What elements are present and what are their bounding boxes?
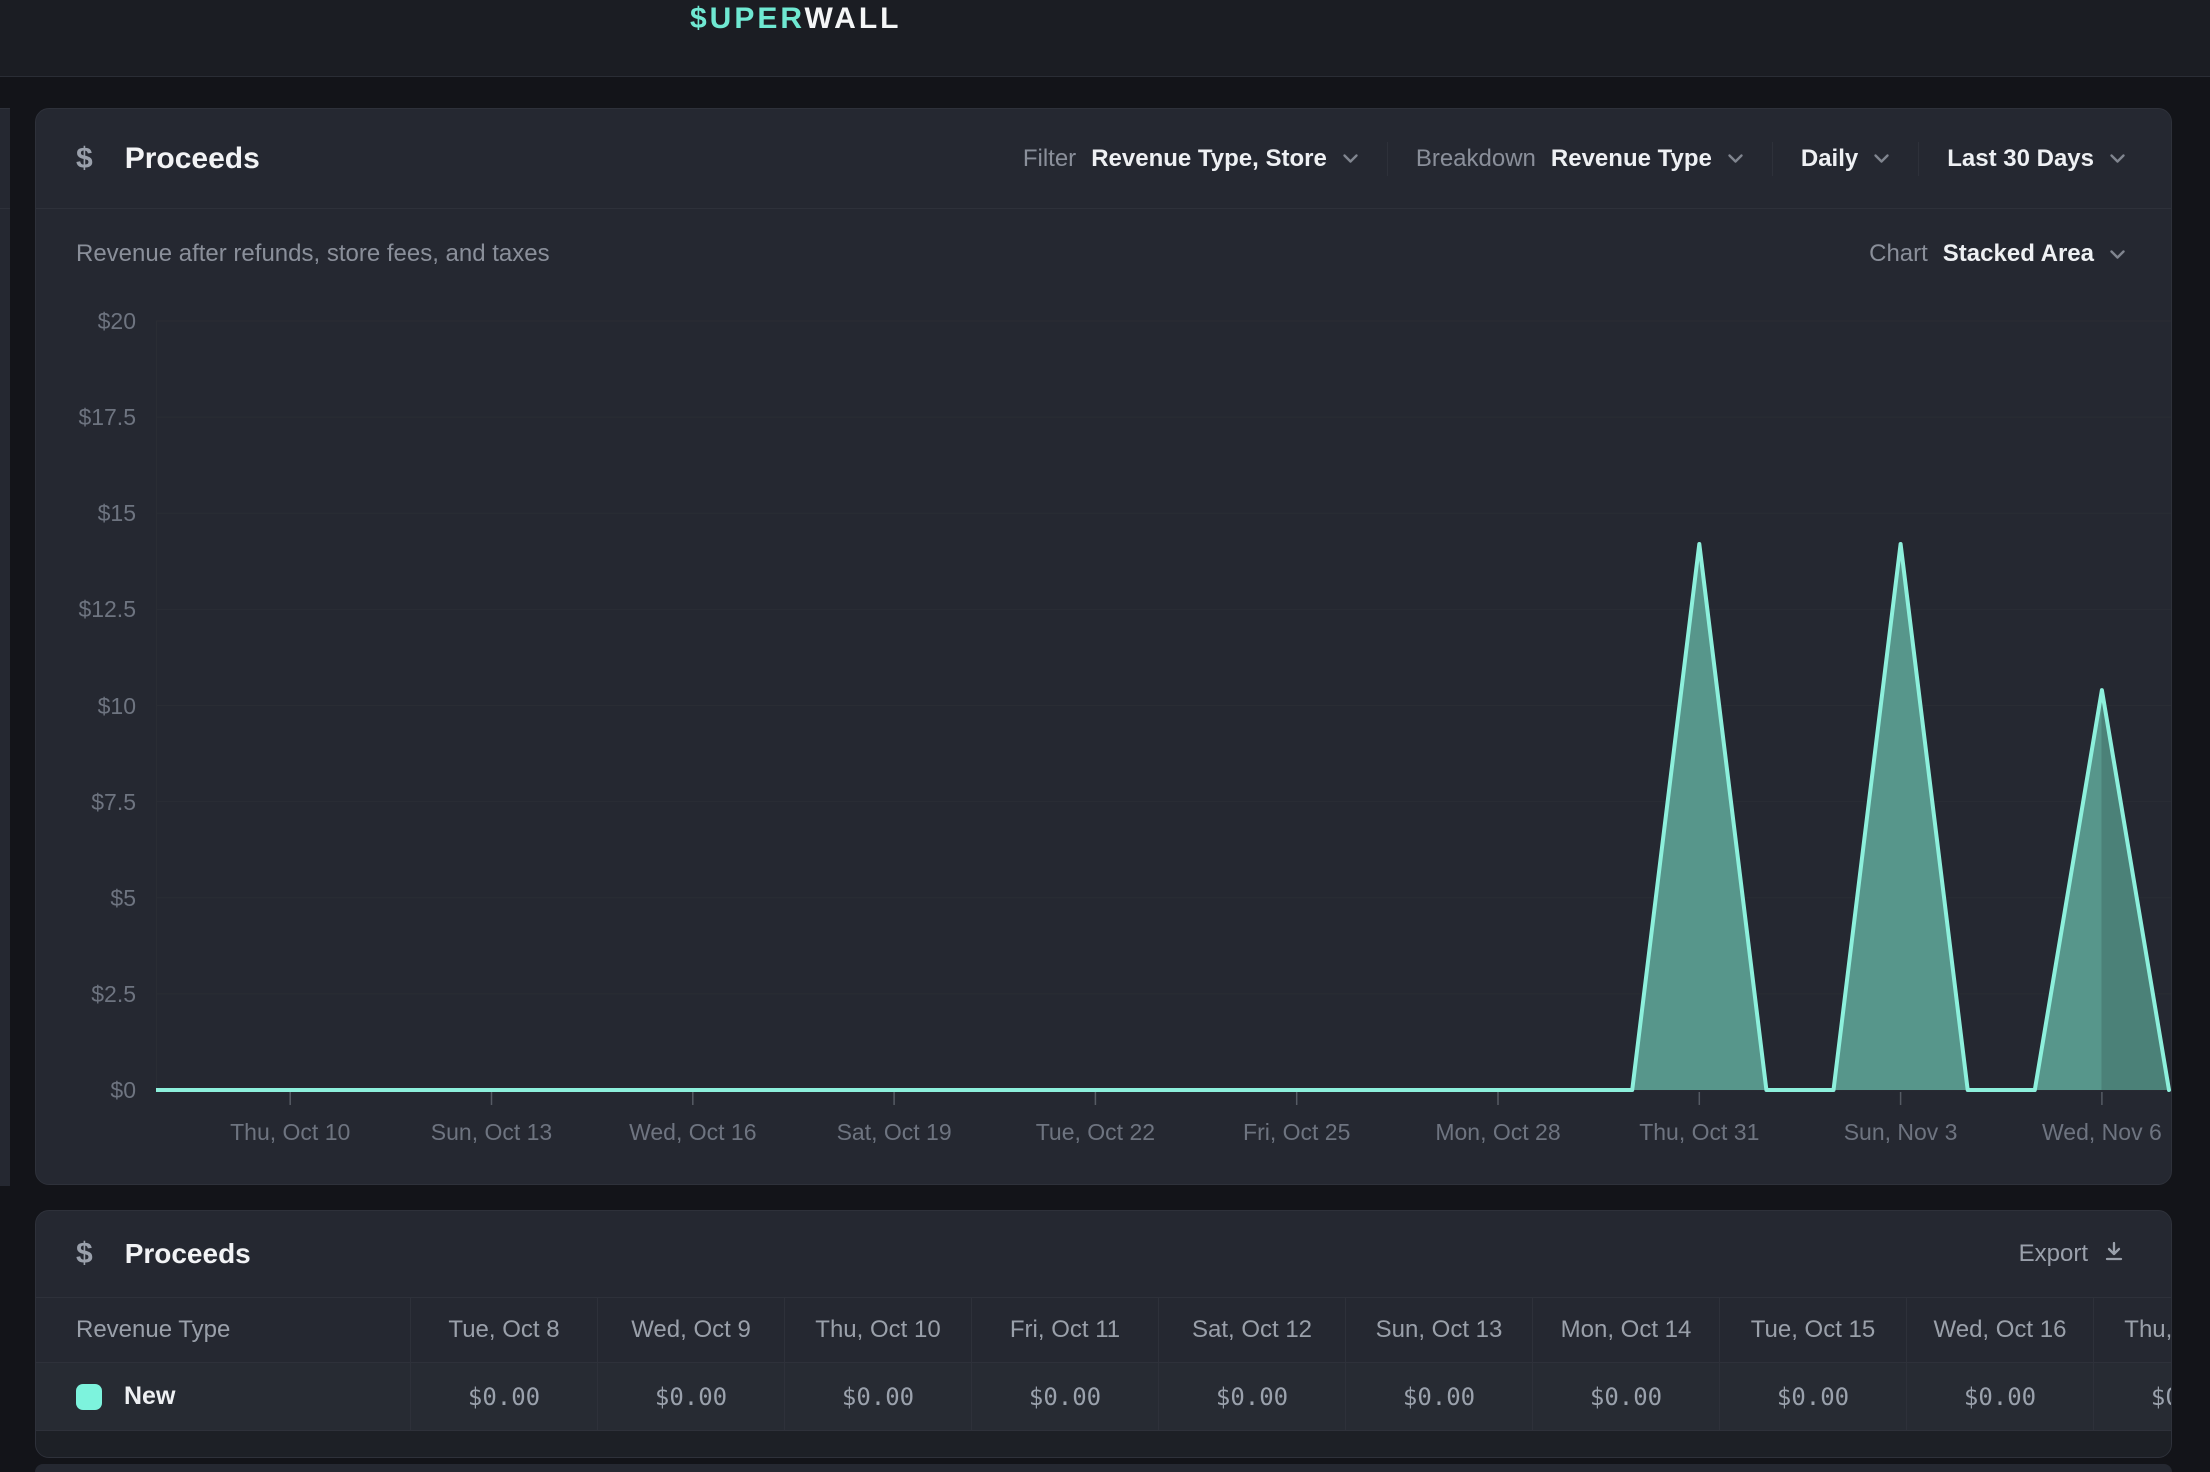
left-neighbor-card-edge xyxy=(0,108,10,1186)
y-axis-label: $5 xyxy=(36,884,136,912)
breakdown-dropdown[interactable]: Breakdown Revenue Type xyxy=(1416,145,1744,173)
chart-controls: Filter Revenue Type, Store Breakdown Rev… xyxy=(1023,142,2126,176)
export-label: Export xyxy=(2019,1240,2088,1268)
value-cell: $0.00 xyxy=(2093,1363,2172,1430)
value-cell: $0.00 xyxy=(1158,1363,1345,1430)
series-name: New xyxy=(124,1382,175,1411)
value-cell: $0.00 xyxy=(1345,1363,1532,1430)
value-cell: $0.00 xyxy=(784,1363,971,1430)
y-axis-label: $12.5 xyxy=(36,595,136,623)
superwall-logo: $UPERWALL xyxy=(690,2,901,36)
chart-subtitle-row: Revenue after refunds, store fees, and t… xyxy=(76,236,2126,272)
table-header-date: Mon, Oct 14 xyxy=(1532,1298,1719,1362)
value-cell: $0.00 xyxy=(1906,1363,2093,1430)
logo-rest: WALL xyxy=(805,2,902,35)
date-range-dropdown[interactable]: Last 30 Days xyxy=(1947,145,2126,173)
x-axis-label: Thu, Oct 10 xyxy=(230,1119,350,1145)
chart-subtitle: Revenue after refunds, store fees, and t… xyxy=(76,240,550,268)
granularity-value: Daily xyxy=(1801,145,1858,173)
y-axis-label: $2.5 xyxy=(36,980,136,1008)
x-axis-label: Sun, Oct 13 xyxy=(431,1119,552,1145)
x-axis-label: Wed, Nov 6 xyxy=(2042,1119,2162,1145)
table-header-revenue-type: Revenue Type xyxy=(36,1298,410,1362)
filter-dropdown[interactable]: Filter Revenue Type, Store xyxy=(1023,145,1359,173)
granularity-dropdown[interactable]: Daily xyxy=(1801,145,1890,173)
chevron-down-icon xyxy=(2109,249,2126,260)
chart-type-dropdown[interactable]: Chart Stacked Area xyxy=(1869,240,2126,268)
chart-type-value: Stacked Area xyxy=(1943,240,2094,268)
y-axis-label: $0 xyxy=(36,1076,136,1104)
divider xyxy=(0,208,10,209)
divider xyxy=(1387,142,1388,176)
row-label-cell: New xyxy=(36,1363,410,1430)
table-header-date: Sun, Oct 13 xyxy=(1345,1298,1532,1362)
table-header-date: Thu, Oct 17 xyxy=(2093,1298,2172,1362)
table-card-title-group: $ Proceeds xyxy=(76,1237,251,1271)
table-body: New$0.00$0.00$0.00$0.00$0.00$0.00$0.00$0… xyxy=(36,1363,2171,1431)
table-header-date: Wed, Oct 16 xyxy=(1906,1298,2093,1362)
value-cell: $0.00 xyxy=(597,1363,784,1430)
chevron-down-icon xyxy=(2109,153,2126,164)
export-button[interactable]: Export xyxy=(2019,1239,2126,1270)
x-axis-label: Sat, Oct 19 xyxy=(837,1119,952,1145)
table-header-date: Tue, Oct 8 xyxy=(410,1298,597,1362)
chevron-down-icon xyxy=(1342,153,1359,164)
chevron-down-icon xyxy=(1727,153,1744,164)
value-cell: $0.00 xyxy=(1719,1363,1906,1430)
table-header-date: Sat, Oct 12 xyxy=(1158,1298,1345,1362)
logo-accent: $UPER xyxy=(690,2,805,35)
chevron-down-icon xyxy=(1873,153,1890,164)
table-card-title: Proceeds xyxy=(125,1238,251,1270)
y-axis-label: $15 xyxy=(36,499,136,527)
x-axis-label: Sun, Nov 3 xyxy=(1844,1119,1958,1145)
x-axis-label: Mon, Oct 28 xyxy=(1435,1119,1560,1145)
y-axis-label: $17.5 xyxy=(36,403,136,431)
download-icon xyxy=(2102,1239,2126,1270)
chart-card-header: $ Proceeds Filter Revenue Type, Store Br… xyxy=(36,109,2171,209)
table-scrollbar-track[interactable] xyxy=(36,1431,2171,1457)
table-header-row: Revenue TypeTue, Oct 8Wed, Oct 9Thu, Oct… xyxy=(36,1297,2171,1363)
x-axis-label: Tue, Oct 22 xyxy=(1036,1119,1155,1145)
divider xyxy=(1918,142,1919,176)
value-cell: $0.00 xyxy=(971,1363,1158,1430)
x-axis-label: Fri, Oct 25 xyxy=(1243,1119,1350,1145)
proceeds-table-card: $ Proceeds Export Revenue TypeTue, Oct 8… xyxy=(35,1210,2172,1458)
series-color-swatch xyxy=(76,1384,102,1410)
date-range-value: Last 30 Days xyxy=(1947,145,2094,173)
value-cell: $0.00 xyxy=(1532,1363,1719,1430)
filter-value: Revenue Type, Store xyxy=(1091,145,1327,173)
dollar-icon: $ xyxy=(76,1237,93,1271)
filter-label: Filter xyxy=(1023,145,1076,173)
top-bar: $UPERWALL xyxy=(0,0,2210,77)
table-header-date: Fri, Oct 11 xyxy=(971,1298,1158,1362)
table-header-date: Thu, Oct 10 xyxy=(784,1298,971,1362)
table-header-date: Wed, Oct 9 xyxy=(597,1298,784,1362)
stacked-area-chart[interactable]: Thu, Oct 10 Sun, Oct 13 Wed, Oct 16 Sat, Oc… xyxy=(156,301,2172,1151)
value-cell: $0.00 xyxy=(410,1363,597,1430)
table-card-header: $ Proceeds Export xyxy=(36,1211,2171,1297)
breakdown-value: Revenue Type xyxy=(1551,145,1712,173)
chart-type-label: Chart xyxy=(1869,240,1928,268)
y-axis-label: $7.5 xyxy=(36,788,136,816)
next-card-top-edge xyxy=(35,1464,2172,1472)
proceeds-chart-card: $ Proceeds Filter Revenue Type, Store Br… xyxy=(35,108,2172,1185)
y-axis-label: $20 xyxy=(36,307,136,335)
breakdown-label: Breakdown xyxy=(1416,145,1536,173)
table-row[interactable]: New$0.00$0.00$0.00$0.00$0.00$0.00$0.00$0… xyxy=(36,1363,2171,1431)
x-axis-label: Wed, Oct 16 xyxy=(629,1119,756,1145)
table-header-date: Tue, Oct 15 xyxy=(1719,1298,1906,1362)
chart-card-title: Proceeds xyxy=(125,142,260,176)
x-axis-label: Thu, Oct 31 xyxy=(1639,1119,1759,1145)
y-axis-label: $10 xyxy=(36,692,136,720)
y-axis-labels: $20 $17.5 $15 $12.5 $10 $7.5 $5 $2.5 $0 xyxy=(36,109,136,1184)
divider xyxy=(1772,142,1773,176)
